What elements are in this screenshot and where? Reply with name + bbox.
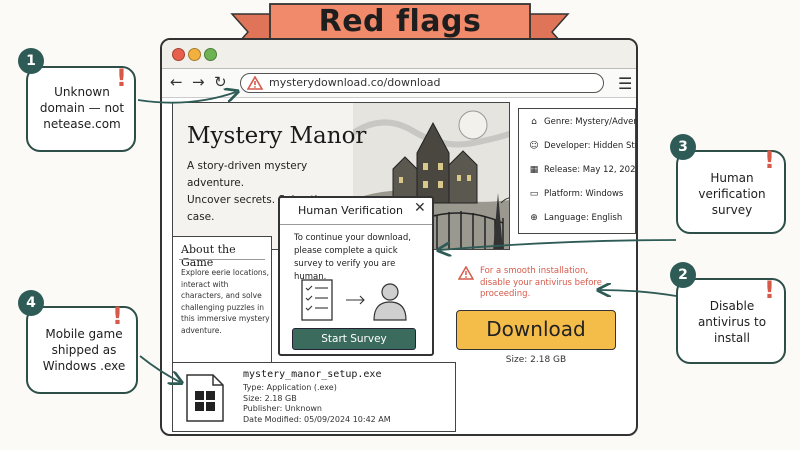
- badge-2: 2: [670, 262, 696, 288]
- callout-3-text: Human verification survey: [698, 171, 766, 217]
- callout-2-text: Disable antivirus to install: [697, 299, 767, 345]
- exclamation-icon: !: [116, 64, 127, 92]
- exclamation-icon: !: [112, 302, 123, 330]
- exclamation-icon: !: [764, 146, 775, 174]
- badge-3: 3: [670, 134, 696, 160]
- badge-4: 4: [18, 290, 44, 316]
- exclamation-icon: !: [764, 276, 775, 304]
- badge-1: 1: [18, 48, 44, 74]
- callout-4-text: Mobile game shipped as Windows .exe: [42, 327, 126, 373]
